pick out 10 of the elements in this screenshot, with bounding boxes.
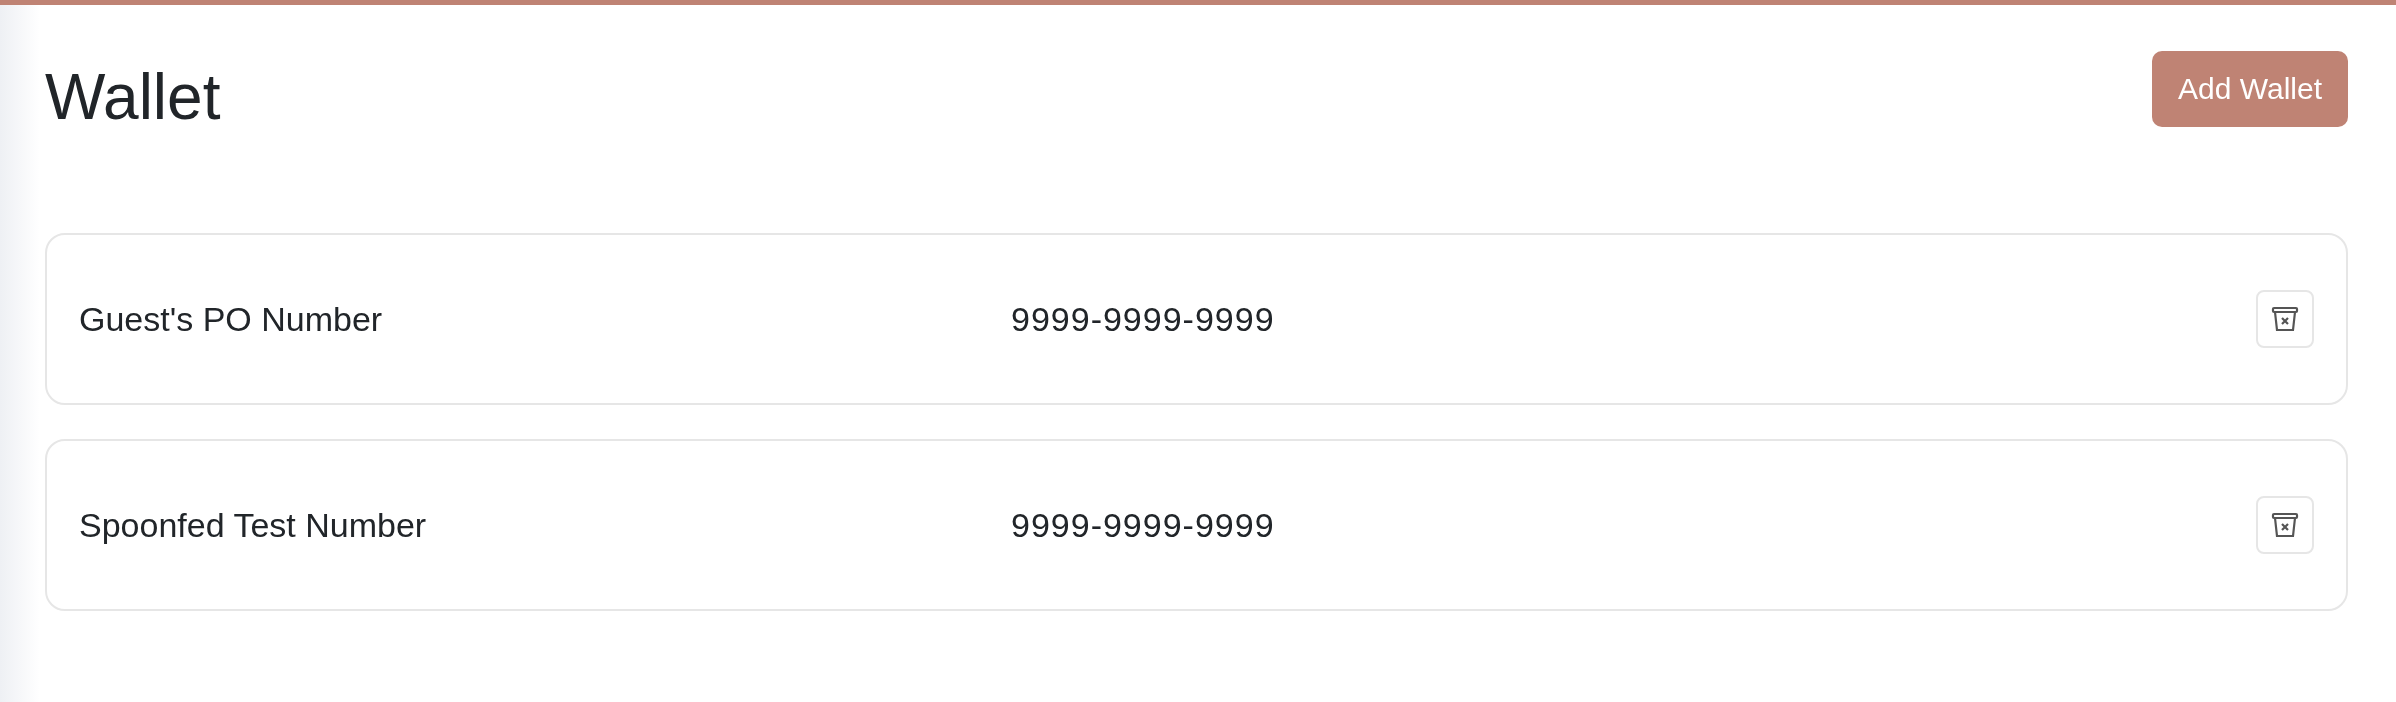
bin-x-icon: [2271, 305, 2299, 333]
add-wallet-button[interactable]: Add Wallet: [2152, 51, 2348, 127]
wallet-number: 9999-9999-9999: [1011, 299, 1276, 339]
wallet-name: Spoonfed Test Number: [79, 505, 428, 545]
delete-button[interactable]: [2256, 496, 2314, 554]
bin-x-icon: [2271, 511, 2299, 539]
delete-button[interactable]: [2256, 290, 2314, 348]
wallet-number: 9999-9999-9999: [1011, 505, 1276, 545]
page-title: Wallet: [45, 60, 221, 135]
wallet-name: Guest's PO Number: [79, 299, 384, 339]
